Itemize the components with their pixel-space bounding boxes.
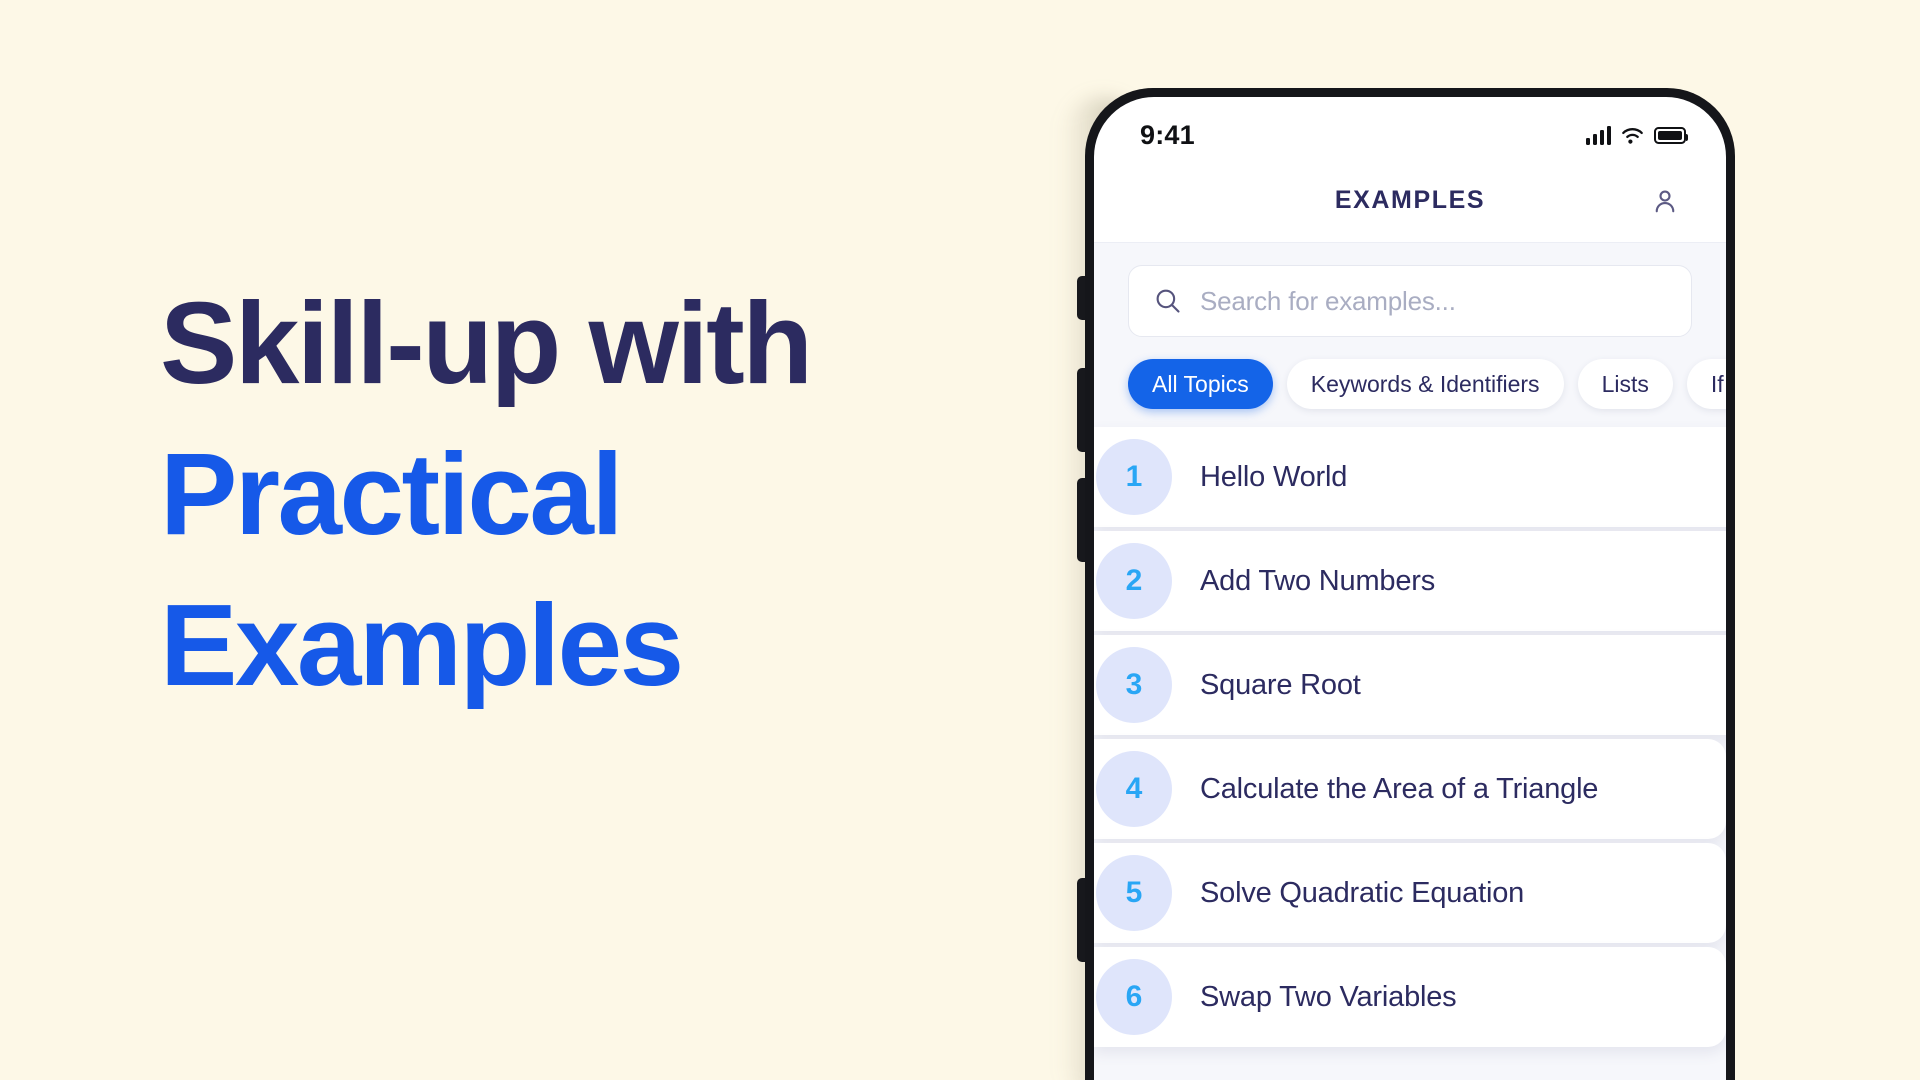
item-title: Square Root xyxy=(1200,668,1361,701)
phone-frame: 9:41 EXAMPLES Search for examples... All… xyxy=(1085,88,1735,1080)
item-number-badge: 2 xyxy=(1096,543,1172,619)
list-item[interactable]: 5 Solve Quadratic Equation xyxy=(1094,843,1726,943)
phone-mockup: 9:41 EXAMPLES Search for examples... All… xyxy=(1061,88,1745,1080)
wifi-icon xyxy=(1622,127,1643,144)
list-item[interactable]: 3 Square Root xyxy=(1094,635,1726,735)
item-number-badge: 1 xyxy=(1096,439,1172,515)
examples-list: 1 Hello World 2 Add Two Numbers 3 Square… xyxy=(1094,427,1726,1080)
item-title: Calculate the Area of a Triangle xyxy=(1200,772,1599,805)
chip-lists[interactable]: Lists xyxy=(1577,359,1673,409)
list-item[interactable]: 1 Hello World xyxy=(1094,427,1726,527)
item-number-badge: 6 xyxy=(1096,959,1172,1035)
search-input[interactable]: Search for examples... xyxy=(1128,265,1692,337)
item-title: Swap Two Variables xyxy=(1200,980,1457,1013)
person-icon xyxy=(1655,189,1675,212)
item-title: Add Two Numbers xyxy=(1200,564,1436,597)
item-title: Hello World xyxy=(1200,460,1348,493)
app-header: EXAMPLES xyxy=(1094,159,1726,243)
list-item[interactable]: 2 Add Two Numbers xyxy=(1094,531,1726,631)
chip-all-topics[interactable]: All Topics xyxy=(1128,359,1273,409)
battery-icon xyxy=(1654,126,1688,144)
profile-button[interactable] xyxy=(1646,182,1684,220)
hero-heading: Skill-up with Practical Examples xyxy=(160,268,980,720)
item-title: Solve Quadratic Equation xyxy=(1200,876,1525,909)
status-icons xyxy=(1585,125,1688,145)
signal-bars-icon xyxy=(1585,125,1611,145)
search-icon xyxy=(1156,289,1180,313)
item-number-badge: 3 xyxy=(1096,647,1172,723)
page-title: EXAMPLES xyxy=(1334,186,1486,214)
search-placeholder: Search for examples... xyxy=(1200,285,1456,316)
chip-if-else-statement[interactable]: If Else Statement xyxy=(1686,359,1726,409)
hero-line-3: Examples xyxy=(160,579,684,710)
list-item[interactable]: 6 Swap Two Variables xyxy=(1094,947,1726,1047)
phone-screen: 9:41 EXAMPLES Search for examples... All… xyxy=(1094,97,1726,1080)
topic-filter-chips[interactable]: All Topics Keywords & Identifiers Lists … xyxy=(1094,337,1726,427)
hero-line-1: Skill-up with xyxy=(160,278,813,408)
list-item[interactable]: 4 Calculate the Area of a Triangle xyxy=(1094,739,1726,839)
search-section: Search for examples... xyxy=(1094,243,1726,337)
chip-keywords-identifiers[interactable]: Keywords & Identifiers xyxy=(1286,359,1564,409)
hero-line-2: Practical xyxy=(160,428,624,559)
status-bar: 9:41 xyxy=(1094,97,1726,159)
item-number-badge: 5 xyxy=(1096,855,1172,931)
status-time: 9:41 xyxy=(1140,119,1195,150)
item-number-badge: 4 xyxy=(1096,751,1172,827)
